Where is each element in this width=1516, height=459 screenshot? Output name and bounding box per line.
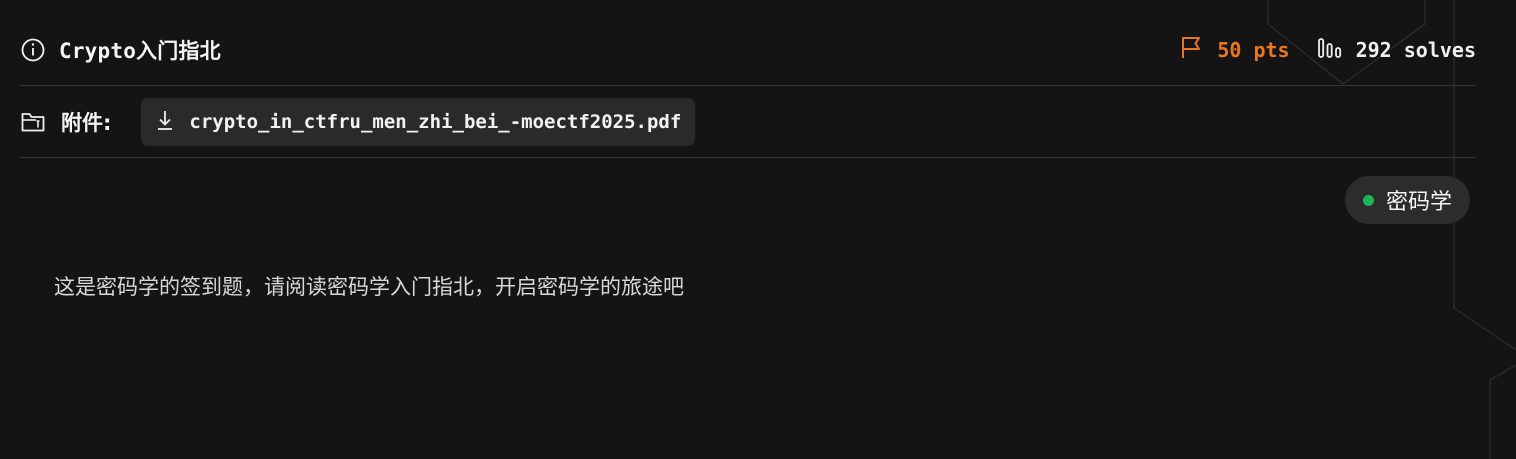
solves-value: 292 solves [1355,38,1476,62]
challenge-detail-panel: Crypto入门指北 50 pts 292 solves 附件: crypto_… [0,0,1516,459]
category-tag: 密码学 [1344,176,1470,224]
folder-icon [19,108,47,136]
attachment-file-name: crypto_in_ctfru_men_zhi_bei_-moectf2025.… [189,111,682,133]
attachment-download-button[interactable]: crypto_in_ctfru_men_zhi_bei_-moectf2025.… [141,98,696,146]
attachment-divider [19,157,1476,158]
points-stat: 50 pts [1179,35,1290,66]
points-value: 50 pts [1217,38,1290,62]
solves-stat: 292 solves [1316,35,1476,66]
header-divider [19,85,1476,86]
challenge-title: Crypto入门指北 [59,39,221,63]
tag-label: 密码学 [1385,190,1452,215]
download-icon [155,109,175,135]
info-icon [19,36,47,64]
attachment-row: 附件: crypto_in_ctfru_men_zhi_bei_-moectf2… [19,98,696,146]
tag-status-dot [1362,194,1374,206]
challenge-stats: 50 pts 292 solves [1179,35,1476,66]
attachment-label: 附件: [61,111,112,135]
bar-chart-icon [1316,35,1344,66]
title-group: Crypto入门指北 [19,35,221,65]
flag-icon [1179,35,1205,66]
challenge-description: 这是密码学的签到题，请阅读密码学入门指北，开启密码学的旅途吧 [54,275,684,299]
challenge-header: Crypto入门指北 50 pts 292 solves [19,24,1476,76]
